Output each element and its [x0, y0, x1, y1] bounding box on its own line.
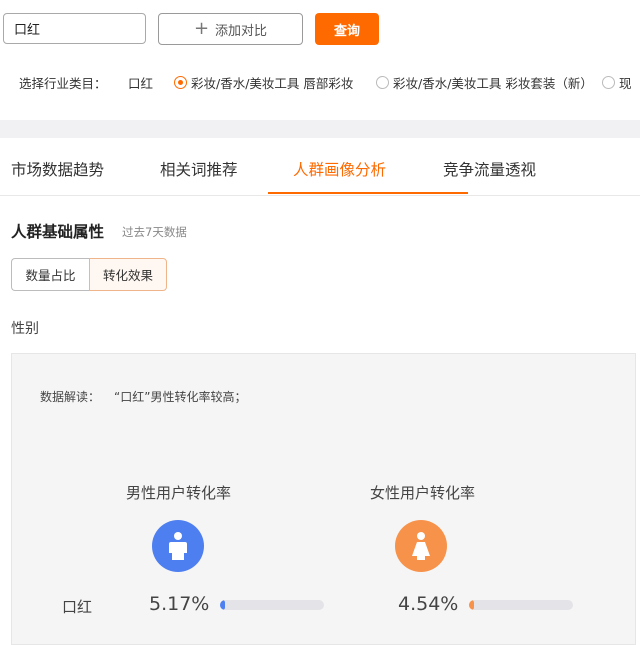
plus-icon: + [193, 18, 210, 39]
male-user-icon [152, 520, 204, 572]
gender-conversion-panel: 数据解读： “口红”男性转化率较高； 男性用户转化率 女性用户转化率 口红 5.1… [11, 353, 636, 645]
insight-text: “口红”男性转化率较高； [114, 390, 247, 404]
query-button[interactable]: 查询 [315, 13, 379, 45]
industry-option-lip-makeup[interactable]: 彩妆/香水/美妆工具 唇部彩妆 [174, 73, 353, 92]
tab-related-words[interactable]: 相关词推荐 [160, 158, 238, 180]
section-divider [0, 120, 640, 138]
industry-option-more[interactable]: 现 [602, 73, 632, 92]
radio-unchecked-icon [376, 75, 389, 89]
female-conversion-title: 女性用户转化率 [370, 484, 476, 502]
section-title: 人群基础属性 [11, 223, 105, 241]
toggle-quantity-share[interactable]: 数量占比 [11, 258, 89, 291]
tab-crowd-portrait[interactable]: 人群画像分析 [293, 158, 386, 180]
female-user-icon [395, 520, 447, 572]
radio-checked-icon [174, 75, 187, 89]
search-toolbar: + 添加对比 查询 选择行业类目： 口红 彩妆/香水/美妆工具 唇部彩妆 彩妆/… [0, 0, 640, 120]
tab-competition-traffic[interactable]: 竞争流量透视 [443, 158, 536, 180]
add-compare-button[interactable]: + 添加对比 [158, 13, 303, 45]
male-conversion-title: 男性用户转化率 [126, 484, 232, 502]
industry-current-keyword: 口红 [128, 75, 154, 91]
keyword-search-input[interactable] [3, 13, 146, 44]
data-insight: 数据解读： “口红”男性转化率较高； [40, 388, 246, 405]
female-conversion-bar-fill [469, 600, 474, 610]
metric-toggle: 数量占比 转化效果 [11, 258, 167, 291]
industry-option-makeup-set[interactable]: 彩妆/香水/美妆工具 彩妆套装（新） [376, 73, 593, 92]
industry-category-row: 选择行业类目： 口红 彩妆/香水/美妆工具 唇部彩妆 彩妆/香水/美妆工具 彩妆… [0, 64, 640, 100]
tab-market-trend[interactable]: 市场数据趋势 [11, 158, 104, 180]
industry-option-label: 彩妆/香水/美妆工具 彩妆套装（新） [393, 75, 593, 91]
industry-option-label: 彩妆/香水/美妆工具 唇部彩妆 [191, 75, 354, 91]
industry-option-label: 现 [619, 75, 632, 91]
add-compare-label: 添加对比 [215, 23, 268, 39]
female-conversion-bar [469, 600, 573, 610]
active-tab-indicator [268, 192, 468, 194]
gender-section-label: 性别 [11, 321, 39, 337]
analysis-tabs: 市场数据趋势 相关词推荐 人群画像分析 竞争流量透视 [0, 138, 640, 196]
male-conversion-value: 5.17% [149, 593, 210, 615]
male-conversion-bar [220, 600, 324, 610]
male-conversion-bar-fill [220, 600, 226, 610]
radio-unchecked-icon [602, 75, 615, 89]
toggle-conversion-effect[interactable]: 转化效果 [89, 258, 167, 291]
section-subtitle: 过去7天数据 [122, 225, 187, 239]
insight-label: 数据解读： [40, 390, 101, 404]
female-conversion-value: 4.54% [398, 593, 459, 615]
industry-label: 选择行业类目： [19, 75, 107, 91]
keyword-row-label: 口红 [62, 598, 93, 616]
